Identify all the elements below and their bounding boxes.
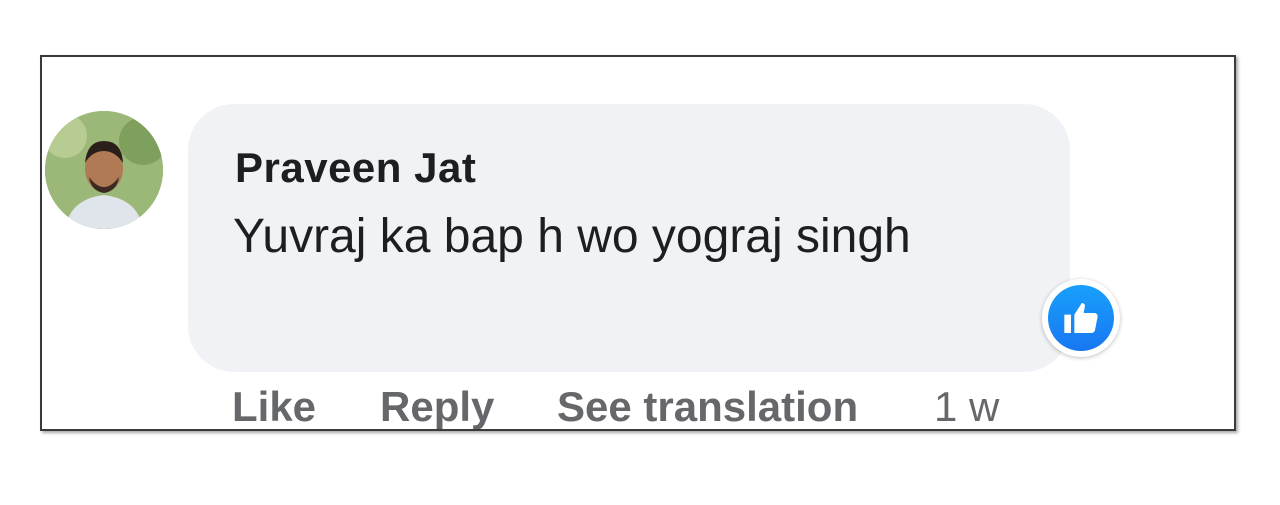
like-reaction-icon (1048, 285, 1114, 351)
reaction-badge[interactable] (1042, 279, 1120, 357)
see-translation-link[interactable]: See translation (557, 383, 858, 429)
reply-button[interactable]: Reply (380, 383, 494, 429)
comment-author[interactable]: Praveen Jat (235, 144, 476, 192)
like-button[interactable]: Like (232, 383, 316, 429)
comment-text: Yuvraj ka bap h wo yograj singh (233, 210, 911, 263)
comment-timestamp[interactable]: 1 w (934, 383, 999, 429)
avatar[interactable] (45, 111, 163, 229)
avatar-image (45, 111, 163, 229)
comment-card: Praveen Jat Yuvraj ka bap h wo yograj si… (40, 55, 1236, 431)
comment-bubble: Praveen Jat Yuvraj ka bap h wo yograj si… (188, 104, 1070, 372)
